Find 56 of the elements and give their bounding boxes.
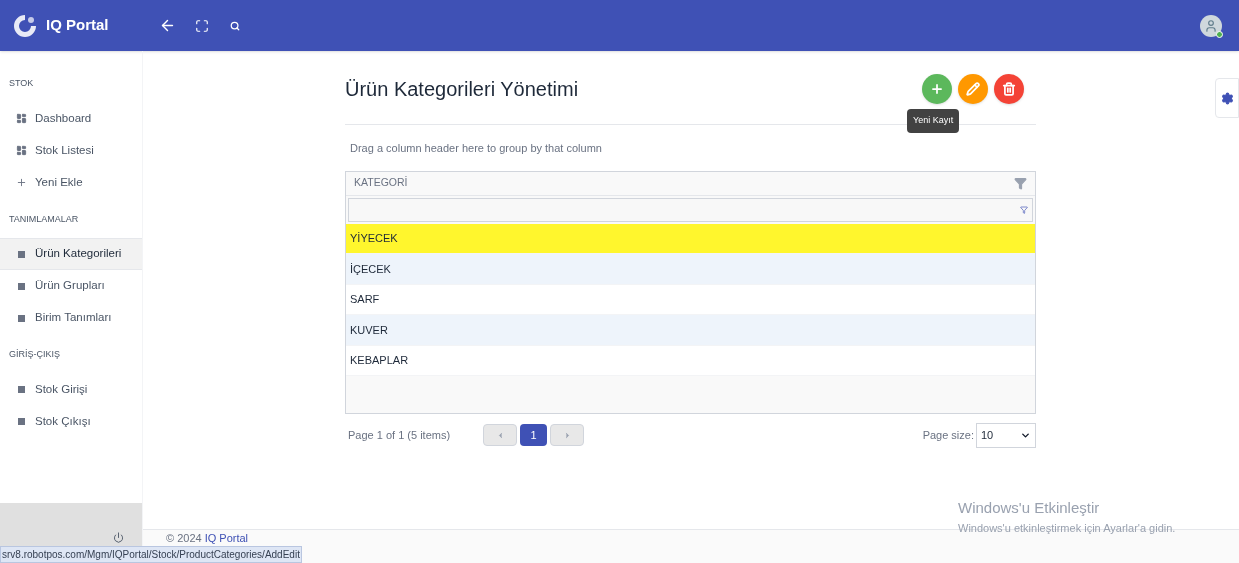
status-url: srv8.robotpos.com/Mgm/IQPortal/Stock/ProductCategories/AddEdit [0,546,302,563]
square-icon [18,386,25,393]
back-icon[interactable] [159,17,176,34]
table-cell-text: YİYECEK [350,231,398,246]
pager-summary: Page 1 of 1 (5 items) [347,427,452,443]
plus-icon [16,177,27,188]
square-icon [18,314,25,322]
activation-text: Windows'u etkinleştirmek için Ayarlar'a gidin. [958,520,1176,536]
power-icon[interactable] [113,532,124,543]
sidebar-item[interactable]: Ürün Kategorileri [0,238,142,270]
dashboard-icon [16,145,27,156]
activation-title: Windows'u Etkinleştir [958,498,1101,518]
plus-icon [930,82,944,96]
table-cell-text: İÇECEK [350,261,391,277]
dashboard-icon [16,113,27,124]
settings-icon [1220,91,1234,105]
user-icon [1204,18,1218,33]
search-icon[interactable] [230,20,240,31]
edit-button[interactable] [958,74,988,104]
sidebar-item[interactable]: Birim Tanımları [0,302,142,334]
sidebar-item[interactable]: Stok Girişi [0,373,142,406]
section-title: TANIMLAMALAR [8,212,80,226]
table-cell-text: KEBAPLAR [350,353,409,368]
sidebar-item[interactable]: Stok Listesi [0,134,142,167]
page-size-select[interactable]: 10 [976,422,1036,448]
table-cell-text: KUVER [350,322,388,338]
sidebar-item[interactable]: Stok Çıkışı [0,405,142,438]
fullscreen-icon[interactable] [195,18,209,33]
settings-tab[interactable] [1215,78,1239,118]
copyright-text: © 2024 [166,532,202,545]
delete-button[interactable] [994,74,1024,104]
square-icon [18,418,25,425]
column-header[interactable]: KATEGORİ [346,171,1035,196]
sidebar-item[interactable]: Dashboard [0,102,142,135]
filter-icon[interactable] [1020,205,1028,214]
brand-title: IQ Portal [46,15,110,36]
avatar[interactable] [1200,14,1222,37]
square-icon [18,282,25,290]
pencil-icon [966,82,980,96]
section-title: GİRİŞ-ÇIKIŞ [8,348,61,361]
sidebar-item[interactable]: Ürün Grupları [0,270,142,302]
sidebar-item[interactable]: Yeni Ekle [0,166,142,199]
filter-input[interactable] [348,197,1033,222]
trash-icon [1002,82,1016,96]
group-panel-hint: Drag a column header here to group by that column [349,141,603,156]
filter-icon[interactable] [1014,176,1027,190]
add-button[interactable] [922,74,952,104]
page-title: Ürün Kategorileri Yönetimi [345,77,580,102]
section-title: STOK [8,77,35,90]
logo-icon [12,12,38,39]
table-cell-text: SARF [350,292,380,307]
page-size-label: Page size: [922,427,974,443]
square-icon [18,250,25,258]
tooltip: Yeni Kayıt [907,109,960,133]
page-button[interactable]: 1 [520,424,547,446]
footer-link[interactable]: IQ Portal [204,532,249,545]
